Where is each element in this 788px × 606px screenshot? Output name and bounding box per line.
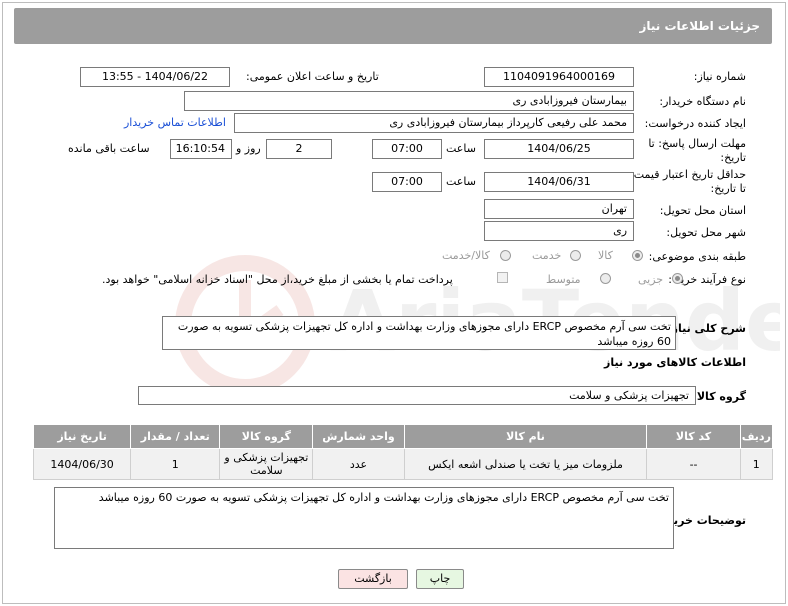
price-validity-time-label: ساعت [446, 175, 476, 188]
need-number-field: 1104091964000169 [484, 67, 634, 87]
col-row: ردیف [739, 424, 774, 449]
page-header: جزئیات اطلاعات نیاز [14, 8, 772, 44]
process-option-medium: متوسط [546, 273, 581, 286]
cell-name: ملزومات میز یا تخت یا صندلی اشعه ایکس [403, 448, 648, 480]
province-field: تهران [484, 199, 634, 219]
category-radio-service[interactable] [570, 250, 581, 261]
process-radio-medium[interactable] [600, 273, 611, 284]
deadline-time-field: 07:00 [372, 139, 442, 159]
cell-date: 1404/06/30 [32, 448, 132, 480]
table-row: 1 -- ملزومات میز یا تخت یا صندلی اشعه ای… [32, 448, 774, 480]
deadline-time-label: ساعت [446, 142, 476, 155]
days-remaining-field: 2 [266, 139, 332, 159]
back-button[interactable]: بازگشت [338, 569, 408, 589]
goods-group-field: تجهیزات پزشکی و سلامت [138, 386, 696, 405]
remaining-time-label: ساعت باقی مانده [68, 142, 150, 155]
price-validity-date-field: 1404/06/31 [484, 172, 634, 192]
cell-qty: 1 [130, 448, 221, 480]
cell-group: تجهیزات پزشکی و سلامت [219, 448, 314, 480]
buyer-notes-textarea[interactable]: تخت سی آرم مخصوص ERCP دارای مجوزهای وزار… [54, 487, 674, 549]
buyer-contact-link[interactable]: اطلاعات تماس خریدار [124, 116, 226, 129]
cell-unit: عدد [312, 448, 405, 480]
category-radio-goods[interactable] [632, 250, 643, 261]
summary-textarea[interactable]: تخت سی آرم مخصوص ERCP دارای مجوزهای وزار… [162, 316, 676, 350]
goods-section-title: اطلاعات کالاهای مورد نیاز [604, 356, 746, 369]
deadline-label: مهلت ارسال پاسخ: تا تاریخ: [648, 137, 746, 164]
col-date: تاریخ نیاز [32, 424, 132, 449]
category-option-service: خدمت [532, 249, 562, 262]
price-validity-label: حداقل تاریخ اعتبار قیمت: تا تاریخ: [630, 168, 746, 195]
goods-group-label: گروه کالا: [692, 390, 746, 403]
col-unit: واحد شمارش [312, 424, 405, 449]
treasury-payment-note: پرداخت تمام یا بخشی از مبلغ خرید،از محل … [102, 273, 453, 286]
buyer-org-label: نام دستگاه خریدار: [659, 95, 746, 108]
page-title: جزئیات اطلاعات نیاز [639, 19, 760, 33]
process-radio-minor[interactable] [672, 273, 683, 284]
city-label: شهر محل تحویل: [666, 226, 746, 239]
category-label: طبقه بندی موضوعی: [648, 250, 746, 263]
remaining-time-field: 16:10:54 [170, 139, 232, 159]
deadline-date-field: 1404/06/25 [484, 139, 634, 159]
announce-field: 1404/06/22 - 13:55 [80, 67, 230, 87]
treasury-payment-checkbox[interactable] [497, 272, 508, 283]
need-number-label: شماره نیاز: [693, 70, 746, 83]
cell-row: 1 [739, 448, 774, 480]
requester-field: محمد علی رفیعی کارپرداز بیمارستان فیروزا… [234, 113, 634, 133]
city-field: ری [484, 221, 634, 241]
col-name: نام کالا [403, 424, 648, 449]
print-button[interactable]: چاپ [416, 569, 464, 589]
col-group: گروه کالا [219, 424, 314, 449]
province-label: استان محل تحویل: [659, 204, 746, 217]
col-qty: تعداد / مقدار [130, 424, 221, 449]
cell-code: -- [646, 448, 741, 480]
summary-label: شرح کلی نیاز: [667, 322, 746, 335]
announce-label: تاریخ و ساعت اعلان عمومی: [246, 70, 379, 83]
price-validity-time-field: 07:00 [372, 172, 442, 192]
process-option-minor: جزیی [638, 273, 664, 286]
buyer-org-field: بیمارستان فیروزابادی ری [184, 91, 634, 111]
category-option-goods: کالا [598, 249, 613, 262]
category-radio-goods-service[interactable] [500, 250, 511, 261]
days-label: روز و [236, 142, 261, 155]
goods-table: ردیف کد کالا نام کالا واحد شمارش گروه کا… [32, 424, 774, 480]
goods-table-header: ردیف کد کالا نام کالا واحد شمارش گروه کا… [32, 424, 774, 449]
requester-label: ایجاد کننده درخواست: [644, 117, 746, 130]
col-code: کد کالا [646, 424, 741, 449]
category-option-goods-service: کالا/خدمت [442, 249, 490, 262]
